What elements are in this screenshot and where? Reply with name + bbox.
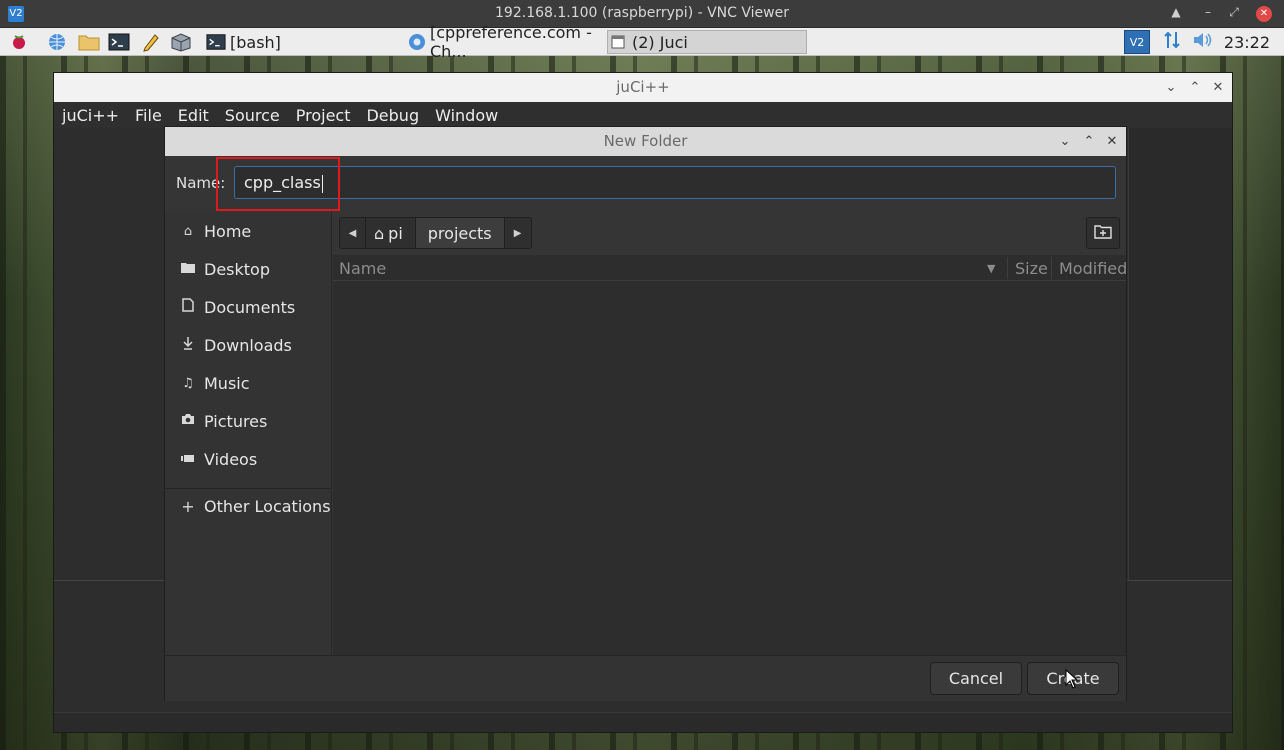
chevron-down-icon[interactable]: ⌄ [1162,73,1180,102]
window-icon [608,33,628,51]
column-modified[interactable]: Modified [1059,259,1127,278]
task-bash-label: [bash] [230,32,281,52]
video-icon [179,452,197,467]
close-icon[interactable]: ✕ [1103,127,1121,156]
task-cppreference-label: [cppreference.com - Ch... [430,23,592,61]
text-editor-icon[interactable] [140,31,162,53]
vnc-minimize-icon[interactable]: – [1200,5,1216,19]
right-panel [1128,128,1232,580]
juci-title-bar: juCi++ [54,73,1232,102]
mouse-pointer-icon [1065,668,1079,693]
dialog-footer: Cancel Create [165,655,1126,701]
path-back-button[interactable]: ◀ [340,218,366,248]
menu-edit[interactable]: Edit [178,106,209,125]
sidebar-item-documents[interactable]: Documents [165,288,332,326]
home-icon: ⌂ [374,223,385,243]
sidebar-item-pictures[interactable]: Pictures [165,402,332,440]
package-icon[interactable] [170,31,192,53]
terminal-icon [206,33,226,51]
column-name[interactable]: Name [339,259,386,278]
juci-window-title: juCi++ [616,78,670,96]
path-segment-label: projects [427,223,492,243]
network-icon[interactable] [1162,30,1182,54]
sidebar-item-label: Desktop [204,259,270,279]
sidebar-item-desktop[interactable]: Desktop [165,250,332,288]
raspberry-menu-icon[interactable] [8,31,30,53]
new-folder-icon [1094,224,1112,243]
chevron-right-icon: ▶ [513,227,522,239]
chevron-down-icon[interactable]: ⌄ [1056,127,1074,156]
task-cppreference[interactable]: [cppreference.com - Ch... [408,23,606,61]
cancel-button[interactable]: Cancel [930,662,1022,695]
sidebar-item-label: Videos [204,449,258,469]
dialog-title-bar: New Folder [165,127,1126,156]
column-divider [1051,257,1052,279]
vnc-icon[interactable]: V2 [1124,30,1150,54]
sidebar-item-label: Downloads [204,335,292,355]
sidebar-item-downloads[interactable]: Downloads [165,326,332,364]
menu-file[interactable]: File [135,106,162,125]
music-icon: ♫ [182,375,194,391]
path-segment-pi[interactable]: ⌂ pi [366,218,416,248]
path-forward-button[interactable]: ▶ [505,218,531,248]
volume-icon[interactable] [1192,31,1214,53]
new-folder-dialog: New Folder ⌄ ⌃ ✕ Name: cpp_class ⌂ Home … [164,126,1127,701]
vnc-window-title: 192.168.1.100 (raspberrypi) - VNC Viewer [495,5,789,21]
sidebar-item-label: Other Locations [204,496,331,516]
clock: 23:22 [1223,33,1270,52]
menu-juci[interactable]: juCi++ [62,106,119,125]
camera-icon [179,413,197,429]
chevron-up-icon[interactable]: ⌃ [1186,73,1204,102]
path-segment-projects[interactable]: projects [415,218,505,248]
sidebar-item-label: Home [204,221,252,241]
chevron-up-icon[interactable]: ⌃ [1080,127,1098,156]
vnc-toolbar-toggle-icon[interactable]: ▲ [1168,5,1184,19]
sidebar-item-label: Music [204,373,250,393]
system-tray: V2 [1124,28,1214,56]
file-list[interactable]: Name ▼ Size Modified [333,255,1127,655]
sidebar-item-label: Pictures [204,411,268,431]
download-icon [179,336,197,354]
path-bar: ◀ ⌂ pi projects ▶ [339,217,532,249]
column-divider [1007,257,1008,279]
create-folder-button[interactable] [1086,217,1120,249]
places-sidebar: ⌂ Home Desktop Documents Downloads ♫ Mus… [165,212,332,655]
sidebar-item-music[interactable]: ♫ Music [165,364,332,402]
column-size[interactable]: Size [1015,259,1048,278]
vnc-title-bar: V2 192.168.1.100 (raspberrypi) - VNC Vie… [0,0,1284,28]
task-bash[interactable]: [bash] [206,30,281,54]
taskbar: [bash] [cppreference.com - Ch... (2) Juc… [0,23,1284,61]
dialog-title: New Folder [603,132,688,150]
close-icon[interactable]: ✕ [1209,73,1227,102]
home-icon: ⌂ [183,223,193,239]
chevron-left-icon: ◀ [348,227,357,239]
menu-window[interactable]: Window [435,106,498,125]
web-browser-icon[interactable] [46,31,68,53]
chromium-icon [408,33,426,51]
status-bar [54,712,1232,732]
desktop-folder-icon [179,261,197,278]
menu-bar: juCi++ File Edit Source Project Debug Wi… [54,102,1232,128]
folder-name-input[interactable]: cpp_class [234,166,1116,199]
vnc-close-icon[interactable]: ✕ [1256,6,1272,22]
plus-icon: + [181,496,195,516]
file-list-header: Name ▼ Size Modified [333,255,1127,281]
annotation-highlight-box [216,157,340,211]
menu-debug[interactable]: Debug [366,106,419,125]
task-juci[interactable]: (2) Juci [607,30,807,54]
file-manager-icon[interactable] [78,31,100,53]
menu-source[interactable]: Source [225,106,280,125]
sort-descending-icon[interactable]: ▼ [987,262,995,275]
vnc-maximize-icon[interactable]: ⤢ [1226,5,1242,20]
menu-project[interactable]: Project [296,106,351,125]
task-juci-label: (2) Juci [632,32,688,52]
sidebar-item-home[interactable]: ⌂ Home [165,212,332,250]
terminal-icon[interactable] [108,31,130,53]
sidebar-item-videos[interactable]: Videos [165,440,332,478]
document-icon [179,298,197,316]
sidebar-item-other-locations[interactable]: + Other Locations [165,487,332,525]
path-segment-label: pi [388,223,403,243]
sidebar-item-label: Documents [204,297,296,317]
